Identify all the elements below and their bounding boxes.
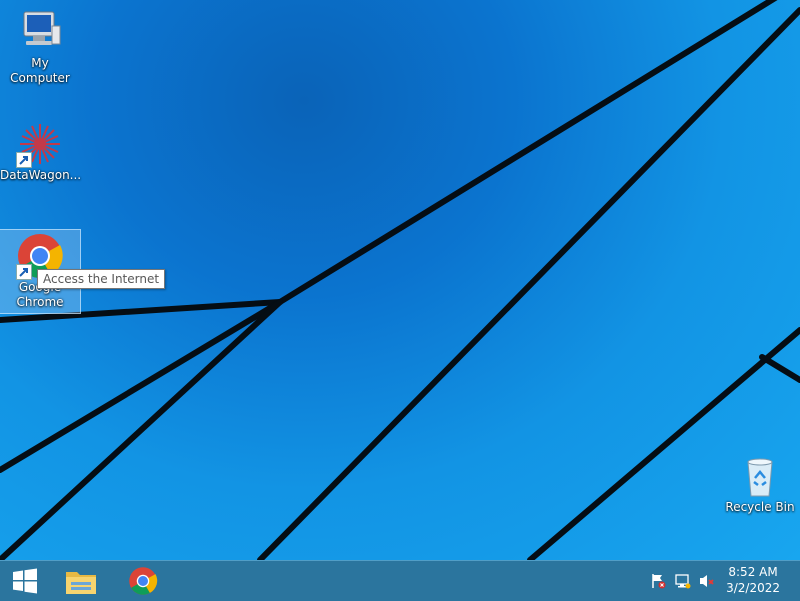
desktop[interactable]: My Computer DataWagon... Chrome Recycle … [0,0,800,560]
icon-label: My Computer [10,56,70,85]
file-explorer-button[interactable] [58,561,104,601]
taskbar: 8:52 AM 3/2/2022 [0,560,800,601]
shortcut-arrow-icon [16,152,32,168]
my-computer-icon-item[interactable]: My Computer [0,8,80,86]
chrome-taskbar-button[interactable] [120,561,166,601]
shortcut-arrow-icon [16,264,32,280]
start-button[interactable] [0,561,50,601]
recycle-bin-icon-item[interactable]: Recycle Bin [720,452,800,515]
datawagon-icon-item[interactable]: DataWagon... [0,120,82,183]
action-center-flag-icon [652,574,666,589]
recycle-bin-icon [736,452,784,500]
icon-label: Recycle Bin [725,500,795,514]
volume-button[interactable] [697,561,717,601]
tooltip: Access the Internet [37,269,166,289]
clock-time: 8:52 AM [728,565,778,579]
file-explorer-icon [66,572,96,594]
computer-icon [16,8,64,56]
icon-label: DataWagon... [0,168,82,182]
network-icon [675,574,691,589]
action-center-button[interactable] [648,561,668,601]
windows-logo-icon [13,568,37,594]
volume-muted-icon [700,575,714,587]
clock[interactable]: 8:52 AM 3/2/2022 [726,564,780,596]
clock-date: 3/2/2022 [726,581,780,595]
network-button[interactable] [673,561,693,601]
chrome-icon [129,567,158,595]
datawagon-icon [16,120,64,168]
